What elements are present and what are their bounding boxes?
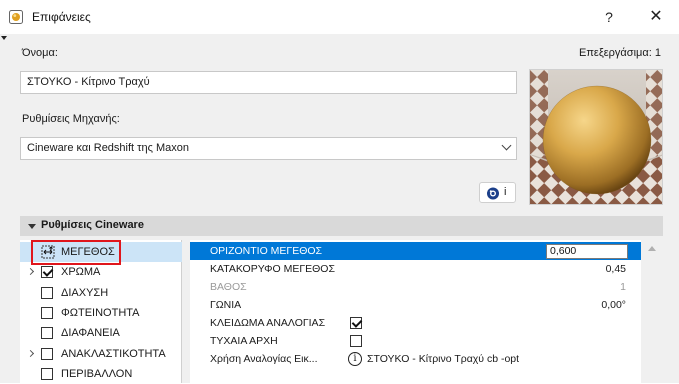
- property-name: Χρήση Αναλογίας Εικ...: [210, 353, 318, 365]
- info-label: i: [504, 186, 507, 198]
- property-value: 1: [620, 281, 626, 293]
- horizontal-size-input[interactable]: 0,600: [546, 244, 628, 259]
- lock-ratio-checkbox[interactable]: [350, 317, 362, 329]
- editable-count: Επεξεργάσιμα: 1: [579, 47, 661, 59]
- channel-label: ΔΙΑΦΑΝΕΙΑ: [61, 327, 120, 339]
- help-button[interactable]: ?: [589, 0, 629, 34]
- property-name: ΚΛΕΙΔΩΜΑ ΑΝΑΛΟΓΙΑΣ: [210, 317, 326, 329]
- property-row-lock-ratio[interactable]: ΚΛΕΙΔΩΜΑ ΑΝΑΛΟΓΙΑΣ: [190, 314, 641, 332]
- channel-label: ΑΝΑΚΛΑΣΤΙΚΟΤΗΤΑ: [61, 348, 166, 360]
- channel-label: ΠΕΡΙΒΑΛΛΟΝ: [61, 368, 133, 380]
- material-preview: [529, 69, 663, 205]
- channel-checkbox[interactable]: [41, 266, 53, 278]
- property-row-horizontal-size[interactable]: ΟΡΙΖΟΝΤΙΟ ΜΕΓΕΘΟΣ 0,600: [190, 242, 641, 260]
- property-row-random-start[interactable]: ΤΥΧΑΙΑ ΑΡΧΗ: [190, 332, 641, 350]
- property-row-vertical-size[interactable]: ΚΑΤΑΚΟΡΥΦΟ ΜΕΓΕΘΟΣ 0,45: [190, 260, 641, 278]
- property-value: ΣΤΟΥΚΟ - Κίτρινο Τραχύ cb -opt: [367, 353, 520, 365]
- collapse-arrow-icon[interactable]: [28, 224, 36, 229]
- name-label: Όνομα:: [22, 47, 58, 59]
- property-name: ΓΩΝΙΑ: [210, 299, 242, 311]
- property-value[interactable]: 0,00°: [601, 299, 626, 311]
- channel-label: ΦΩΤΕΙΝΟΤΗΤΑ: [61, 307, 140, 319]
- channel-label: ΔΙΑΧΥΣΗ: [61, 287, 109, 299]
- chevron-down-icon: [501, 140, 512, 151]
- surfaces-dialog: Επιφάνειες ? ✕ Όνομα: Επεξεργάσιμα: 1 ΣΤ…: [0, 0, 679, 383]
- info-icon[interactable]: i: [348, 352, 362, 366]
- expand-arrow-icon[interactable]: [26, 349, 35, 358]
- property-list: ΟΡΙΖΟΝΤΙΟ ΜΕΓΕΘΟΣ 0,600 ΚΑΤΑΚΟΡΥΦΟ ΜΕΓΕΘ…: [190, 240, 641, 383]
- channel-item-luminance[interactable]: ΦΩΤΕΙΝΟΤΗΤΑ: [20, 303, 182, 323]
- cineware-settings-header[interactable]: Ρυθμίσεις Cineware: [20, 216, 663, 236]
- cineware-info-button[interactable]: i: [479, 182, 516, 203]
- channel-checkbox[interactable]: [41, 348, 53, 360]
- channel-item-diffusion[interactable]: ΔΙΑΧΥΣΗ: [20, 283, 182, 303]
- property-row-angle[interactable]: ΓΩΝΙΑ 0,00°: [190, 296, 641, 314]
- title-bar: Επιφάνειες ? ✕: [0, 0, 679, 34]
- channel-item-transparency[interactable]: ΔΙΑΦΑΝΕΙΑ: [20, 323, 182, 343]
- scroll-up-arrow-icon[interactable]: [648, 246, 656, 251]
- name-input[interactable]: ΣΤΟΥΚΟ - Κίτρινο Τραχύ: [20, 71, 517, 94]
- property-row-depth: ΒΑΘΟΣ 1: [190, 278, 641, 296]
- property-name: ΒΑΘΟΣ: [210, 281, 247, 293]
- property-row-image-ratio[interactable]: Χρήση Αναλογίας Εικ... i ΣΤΟΥΚΟ - Κίτριν…: [190, 350, 641, 368]
- expand-arrow-icon[interactable]: [26, 267, 35, 276]
- section-title: Ρυθμίσεις Cineware: [41, 219, 144, 231]
- property-name: ΚΑΤΑΚΟΡΥΦΟ ΜΕΓΕΘΟΣ: [210, 263, 335, 275]
- channel-item-color[interactable]: ΧΡΩΜΑ: [20, 262, 182, 282]
- app-icon: [9, 10, 23, 24]
- channel-checkbox[interactable]: [41, 368, 53, 380]
- engine-select-value: Cineware και Redshift της Maxon: [27, 142, 189, 154]
- channel-checkbox[interactable]: [41, 327, 53, 339]
- sphere-preview-icon: [530, 70, 662, 204]
- random-start-checkbox[interactable]: [350, 335, 362, 347]
- property-value[interactable]: 0,45: [606, 263, 626, 275]
- window-title: Επιφάνειες: [32, 10, 91, 24]
- channel-label: ΧΡΩΜΑ: [61, 266, 101, 278]
- engine-label: Ρυθμίσεις Μηχανής:: [22, 113, 120, 125]
- cineware-info-icon: [487, 187, 499, 200]
- property-name: ΤΥΧΑΙΑ ΑΡΧΗ: [210, 335, 278, 347]
- close-button[interactable]: ✕: [636, 0, 676, 34]
- property-name: ΟΡΙΖΟΝΤΙΟ ΜΕΓΕΘΟΣ: [210, 245, 323, 257]
- channel-item-environment[interactable]: ΠΕΡΙΒΑΛΛΟΝ: [20, 364, 182, 384]
- property-scrollbar[interactable]: [643, 240, 661, 383]
- highlight-box: [31, 240, 121, 265]
- collapse-marker-icon[interactable]: [1, 36, 7, 40]
- channel-item-reflectance[interactable]: ΑΝΑΚΛΑΣΤΙΚΟΤΗΤΑ: [20, 344, 182, 364]
- channel-checkbox[interactable]: [41, 307, 53, 319]
- engine-select[interactable]: Cineware και Redshift της Maxon: [20, 137, 517, 160]
- channel-checkbox[interactable]: [41, 287, 53, 299]
